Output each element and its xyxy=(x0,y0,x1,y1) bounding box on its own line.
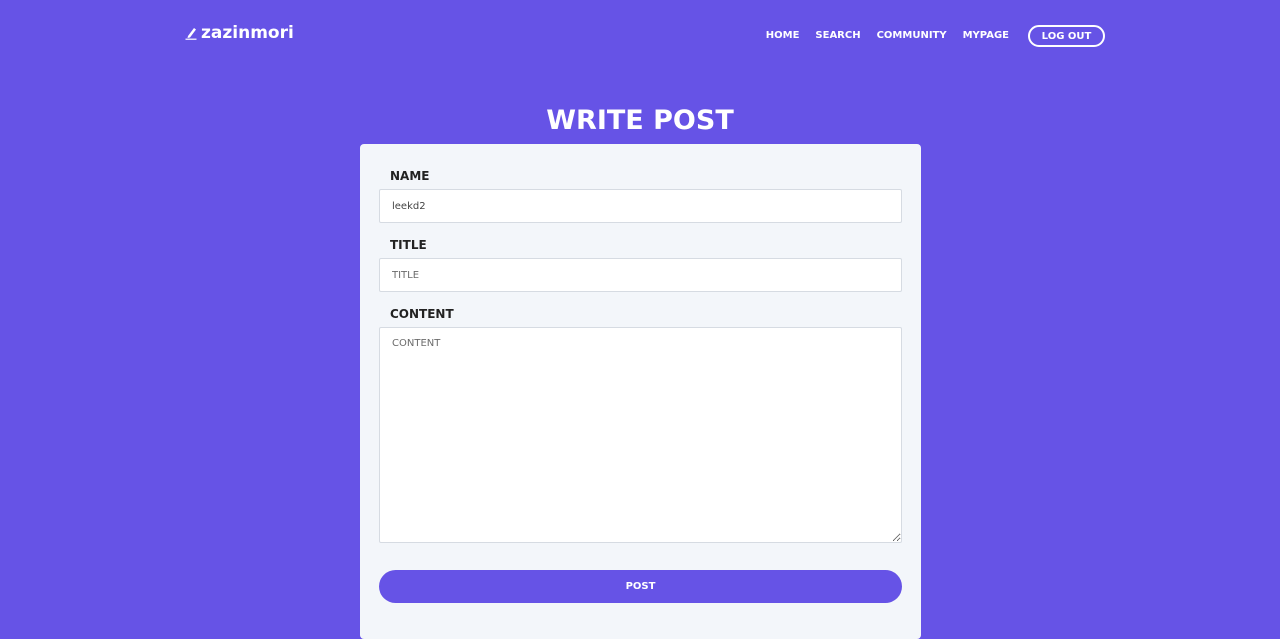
name-label: NAME xyxy=(390,169,430,183)
title-field[interactable] xyxy=(379,258,902,292)
page-title: WRITE POST xyxy=(546,105,734,136)
content-textarea[interactable] xyxy=(379,327,902,543)
content-label: CONTENT xyxy=(390,307,454,321)
brand-logo[interactable]: zazinmori xyxy=(185,23,294,43)
nav-link-mypage[interactable]: MYPAGE xyxy=(963,25,1009,47)
brand-name: zazinmori xyxy=(201,23,294,43)
post-button[interactable]: POST xyxy=(379,570,902,603)
logout-button[interactable]: LOG OUT xyxy=(1028,25,1105,47)
nav-menu: HOME SEARCH COMMUNITY MYPAGE LOG OUT xyxy=(766,25,1105,47)
nav-link-search[interactable]: SEARCH xyxy=(815,25,860,47)
name-field[interactable] xyxy=(379,189,902,223)
title-label: TITLE xyxy=(390,238,427,252)
nav-link-community[interactable]: COMMUNITY xyxy=(877,25,947,47)
pencil-icon xyxy=(185,26,197,40)
nav-link-home[interactable]: HOME xyxy=(766,25,800,47)
navbar: zazinmori HOME SEARCH COMMUNITY MYPAGE L… xyxy=(0,0,1280,70)
write-post-form: NAME TITLE CONTENT POST xyxy=(360,144,921,639)
